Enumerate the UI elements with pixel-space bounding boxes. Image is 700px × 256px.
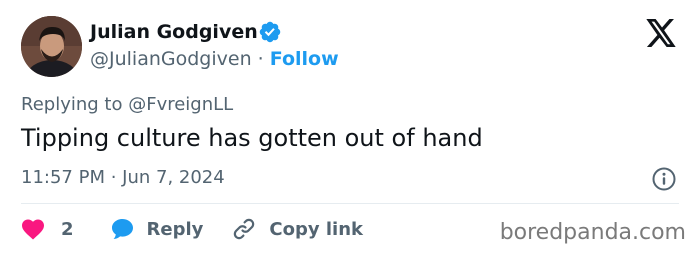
speech-bubble-icon bbox=[111, 219, 133, 239]
reply-context: Replying to @FvreignLL bbox=[21, 93, 233, 117]
author-handle[interactable]: @JulianGodgiven bbox=[90, 48, 252, 70]
copy-link-label: Copy link bbox=[269, 218, 363, 240]
tweet-timestamp[interactable]: 11:57 PM · Jun 7, 2024 bbox=[21, 166, 225, 190]
reply-context-handle[interactable]: @FvreignLL bbox=[128, 94, 233, 115]
author-display-name[interactable]: Julian Godgiven bbox=[90, 20, 258, 44]
copy-link-button[interactable]: Copy link bbox=[231, 216, 363, 242]
tweet-text: Tipping culture has gotten out of hand bbox=[21, 124, 483, 152]
heart-icon bbox=[22, 219, 44, 240]
follow-button[interactable]: Follow bbox=[270, 48, 339, 70]
link-icon bbox=[234, 218, 255, 240]
reply-button[interactable]: Reply bbox=[110, 217, 204, 241]
handle-separator: · bbox=[257, 48, 264, 70]
verified-badge-icon bbox=[259, 21, 281, 43]
reply-label: Reply bbox=[146, 218, 204, 240]
reply-context-prefix: Replying to bbox=[21, 94, 123, 115]
tweet-actions: 2 Reply Copy link bbox=[21, 216, 391, 242]
like-count: 2 bbox=[61, 218, 74, 240]
like-button[interactable]: 2 bbox=[21, 218, 74, 240]
author-handle-row: @JulianGodgiven · Follow bbox=[90, 47, 339, 71]
watermark: boredpanda.com bbox=[499, 220, 686, 245]
avatar[interactable] bbox=[21, 16, 82, 77]
x-logo-icon[interactable] bbox=[646, 19, 677, 47]
info-icon[interactable] bbox=[651, 166, 677, 192]
divider bbox=[21, 203, 679, 204]
